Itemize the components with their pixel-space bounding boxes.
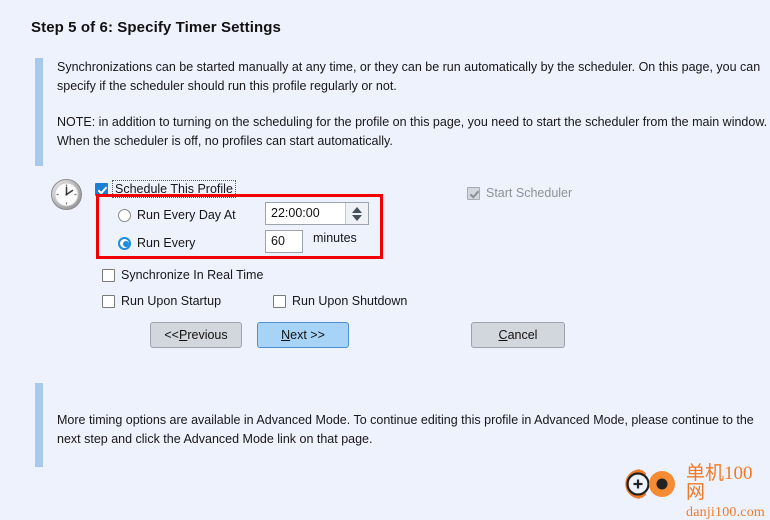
spinner-down-icon[interactable]: [352, 214, 362, 221]
run-upon-shutdown-label: Run Upon Shutdown: [292, 294, 408, 308]
clock-icon: [50, 178, 83, 211]
start-scheduler-checkbox-row: Start Scheduler: [467, 186, 572, 200]
info-bottom-text: More timing options are available in Adv…: [43, 383, 770, 467]
synchronize-real-time-checkbox-row[interactable]: Synchronize In Real Time: [102, 268, 263, 282]
next-button-suffix: ext >>: [290, 328, 325, 342]
schedule-this-profile-checkbox[interactable]: [95, 182, 108, 196]
next-button[interactable]: Next >>: [257, 322, 349, 348]
info-bottom-paragraph-1: More timing options are available in Adv…: [57, 413, 754, 446]
info-top-text: Synchronizations can be started manually…: [43, 58, 770, 166]
run-every-radio-row[interactable]: Run Every: [118, 236, 195, 250]
info-top-paragraph-2: NOTE: in addition to turning on the sche…: [57, 115, 768, 148]
run-every-label: Run Every: [137, 236, 196, 250]
info-block-top: Synchronizations can be started manually…: [35, 58, 770, 166]
schedule-this-profile-checkbox-row[interactable]: Schedule This Profile: [95, 180, 236, 198]
run-upon-startup-label: Run Upon Startup: [121, 294, 222, 308]
watermark: 单机100网 danji100.com: [618, 464, 766, 520]
previous-button-suffix: revious: [187, 328, 228, 342]
run-upon-startup-checkbox[interactable]: [102, 294, 115, 308]
run-upon-shutdown-checkbox[interactable]: [273, 294, 286, 308]
synchronize-real-time-label: Synchronize In Real Time: [121, 268, 264, 282]
info-top-paragraph-1: Synchronizations can be started manually…: [57, 60, 761, 93]
page-title: Step 5 of 6: Specify Timer Settings: [31, 19, 281, 36]
cancel-button-suffix: ancel: [507, 328, 538, 342]
interval-unit-label: minutes: [313, 231, 357, 245]
wizard-page: Step 5 of 6: Specify Timer Settings Sync…: [0, 0, 770, 520]
cancel-button-accel: C: [498, 328, 508, 342]
time-spinner-buttons[interactable]: [345, 203, 368, 224]
accent-bar: [35, 58, 43, 166]
run-every-day-at-radio[interactable]: [118, 208, 131, 222]
run-upon-startup-checkbox-row[interactable]: Run Upon Startup: [102, 294, 221, 308]
accent-bar: [35, 383, 43, 467]
start-scheduler-checkbox: [467, 186, 480, 200]
time-spinner[interactable]: 22:00:00: [265, 202, 369, 225]
synchronize-real-time-checkbox[interactable]: [102, 268, 115, 282]
previous-button-prefix: <<: [164, 328, 179, 342]
run-every-day-at-radio-row[interactable]: Run Every Day At: [118, 208, 236, 222]
run-every-radio[interactable]: [118, 236, 131, 250]
watermark-chinese: 单机100网: [686, 463, 753, 503]
info-block-bottom: More timing options are available in Adv…: [35, 383, 770, 467]
previous-button-accel: P: [178, 328, 188, 342]
cancel-button[interactable]: Cancel: [471, 322, 565, 348]
previous-button[interactable]: << Previous: [150, 322, 242, 348]
time-input[interactable]: 22:00:00: [266, 203, 345, 224]
next-button-accel: N: [281, 328, 291, 342]
run-upon-shutdown-checkbox-row[interactable]: Run Upon Shutdown: [273, 294, 407, 308]
watermark-logo-icon: [625, 469, 675, 499]
start-scheduler-label: Start Scheduler: [486, 186, 573, 200]
run-every-day-at-label: Run Every Day At: [137, 208, 236, 222]
schedule-this-profile-label: Schedule This Profile: [112, 180, 236, 198]
spinner-up-icon[interactable]: [352, 206, 362, 213]
interval-input[interactable]: 60: [265, 230, 303, 253]
watermark-text: 单机100网 danji100.com: [686, 464, 766, 520]
watermark-english: danji100.com: [686, 505, 765, 520]
